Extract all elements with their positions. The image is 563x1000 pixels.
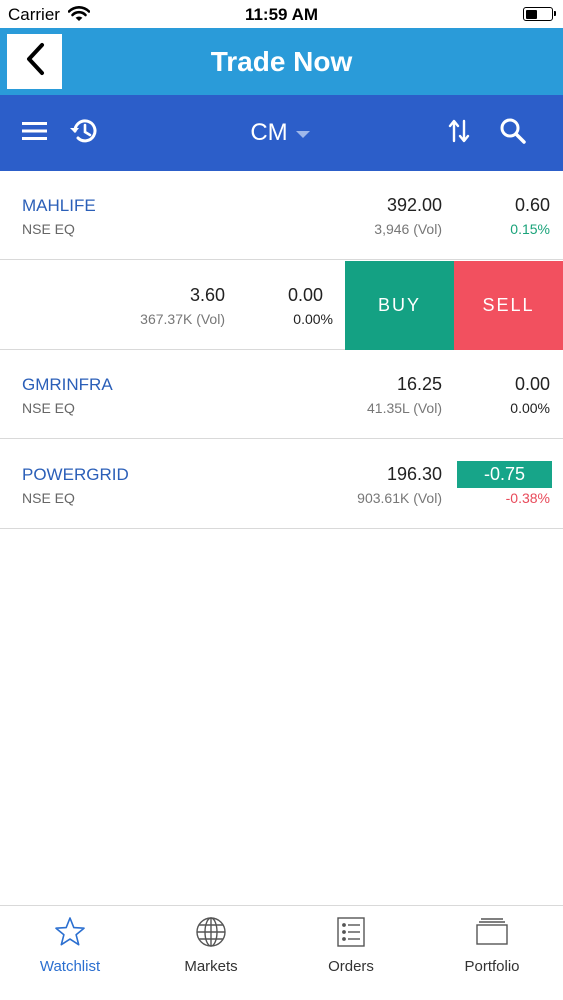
title-bar: Trade Now [0,28,563,95]
menu-icon [21,120,49,147]
last-price: 392.00 [386,195,442,215]
watchlist-row-swiped[interactable]: 3.60 367.37K (Vol) 0.00 0.00% BUY SELL [0,261,563,350]
percent-change: 0.00% [510,400,550,416]
battery-icon [523,7,556,21]
price-change-badge: -0.75 [457,461,552,488]
status-time: 11:59 AM [244,5,319,24]
watchlist-row-mahlife[interactable]: MAHLIFE NSE EQ 392.00 3,946 (Vol) 0.60 0… [0,171,563,260]
percent-change: 0.15% [510,221,550,237]
tab-label: Markets [184,958,238,975]
exchange-label: NSE EQ [22,221,75,237]
symbol-name: GMRINFRA [22,375,113,394]
segment-selector[interactable]: CM [230,113,330,153]
price-change: 0.00 [287,285,323,305]
volume: 3,946 (Vol) [374,221,442,237]
volume: 41.35L (Vol) [367,400,442,416]
tab-watchlist[interactable]: Watchlist [0,906,140,1000]
tab-label: Orders [328,958,374,975]
globe-icon [141,916,281,950]
back-button[interactable] [7,34,62,89]
last-price: 3.60 [189,285,225,305]
portfolio-icon [422,916,562,950]
price-change: 0.60 [514,195,550,215]
last-price: 16.25 [396,374,442,394]
volume: 367.37K (Vol) [140,311,225,327]
exchange-label: NSE EQ [22,490,75,506]
search-icon [499,117,527,150]
caret-down-icon [295,130,310,138]
volume: 903.61K (Vol) [357,490,442,506]
tab-label: Watchlist [39,958,101,975]
percent-change: -0.38% [505,490,550,506]
tab-label: Portfolio [464,958,520,975]
tab-bar: Watchlist Markets Orders Portfolio [0,905,563,1000]
page-title: Trade Now [210,46,353,77]
tab-portfolio[interactable]: Portfolio [422,906,562,1000]
segment-label: CM [250,119,288,146]
price-change: 0.00 [514,374,550,394]
star-icon [0,916,140,950]
exchange-label: NSE EQ [22,400,75,416]
symbol-name: MAHLIFE [22,196,96,215]
watchlist-row-gmrinfra[interactable]: GMRINFRA NSE EQ 16.25 41.35L (Vol) 0.00 … [0,350,563,439]
sort-button[interactable] [441,115,477,151]
search-button[interactable] [495,115,531,151]
history-icon [68,116,100,151]
history-button[interactable] [66,115,102,151]
buy-button[interactable]: BUY [345,261,454,350]
battery-level [525,9,537,19]
sort-icon [448,118,470,149]
percent-change: 0.00% [293,311,333,327]
last-price: 196.30 [386,464,442,484]
chevron-left-icon [24,42,46,81]
watchlist-row-powergrid[interactable]: POWERGRID NSE EQ 196.30 903.61K (Vol) -0… [0,440,563,529]
toolbar: CM [0,95,563,171]
menu-button[interactable] [17,115,53,151]
tab-orders[interactable]: Orders [281,906,421,1000]
tab-markets[interactable]: Markets [141,906,281,1000]
sell-button[interactable]: SELL [454,261,563,350]
status-bar: Carrier 11:59 AM [0,0,563,28]
symbol-name: POWERGRID [22,465,129,484]
orders-list-icon [281,916,421,950]
